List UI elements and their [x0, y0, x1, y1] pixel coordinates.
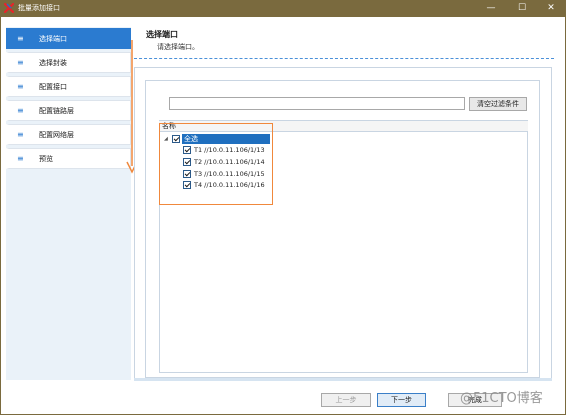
sidebar-item-label: 配置网络层: [39, 131, 74, 139]
page-subtitle: 请选择端口。: [157, 43, 199, 51]
list-icon: ≡: [17, 82, 24, 91]
app-logo-icon: [4, 3, 14, 13]
sidebar-item-select-encap[interactable]: ≡ 选择封装: [6, 52, 131, 73]
window-title: 批量添加接口: [18, 4, 60, 12]
step-sidebar: ≡ 选择端口 ≡ 选择封装 ≡ 配置接口 ≡ 配置链路层 ≡ 配置网络层 ≡ 预…: [6, 27, 131, 380]
sidebar-item-config-network-layer[interactable]: ≡ 配置网络层: [6, 124, 131, 145]
sidebar-item-label: 选择端口: [39, 35, 67, 43]
maximize-button[interactable]: ☐: [507, 0, 537, 17]
sidebar-item-config-interface[interactable]: ≡ 配置接口: [6, 76, 131, 97]
list-icon: ≡: [17, 106, 24, 115]
minimize-button[interactable]: —: [476, 0, 506, 17]
highlight-annotation: [159, 123, 273, 205]
watermark: @51CTO博客: [460, 391, 543, 406]
filter-input[interactable]: [169, 97, 465, 110]
list-icon: ≡: [17, 130, 24, 139]
sidebar-item-config-link-layer[interactable]: ≡ 配置链路层: [6, 100, 131, 121]
sidebar-item-label: 预览: [39, 155, 53, 163]
list-icon: ≡: [17, 154, 24, 163]
previous-step-button[interactable]: 上一步: [321, 393, 371, 407]
next-step-button[interactable]: 下一步: [377, 393, 426, 407]
sidebar-item-preview[interactable]: ≡ 预览: [6, 148, 131, 169]
panel-bottom-bar: [134, 378, 552, 381]
clear-filter-button[interactable]: 清空过滤条件: [469, 97, 527, 111]
sidebar-item-select-port[interactable]: ≡ 选择端口: [6, 28, 131, 49]
title-bar: 批量添加接口 — ☐ ✕: [0, 0, 566, 17]
list-icon: ≡: [17, 34, 24, 43]
sidebar-item-label: 配置链路层: [39, 107, 74, 115]
list-icon: ≡: [17, 58, 24, 67]
sidebar-item-label: 选择封装: [39, 59, 67, 67]
page-title: 选择端口: [146, 30, 178, 39]
close-button[interactable]: ✕: [536, 0, 566, 17]
header-divider: [134, 58, 554, 59]
sidebar-item-label: 配置接口: [39, 83, 67, 91]
